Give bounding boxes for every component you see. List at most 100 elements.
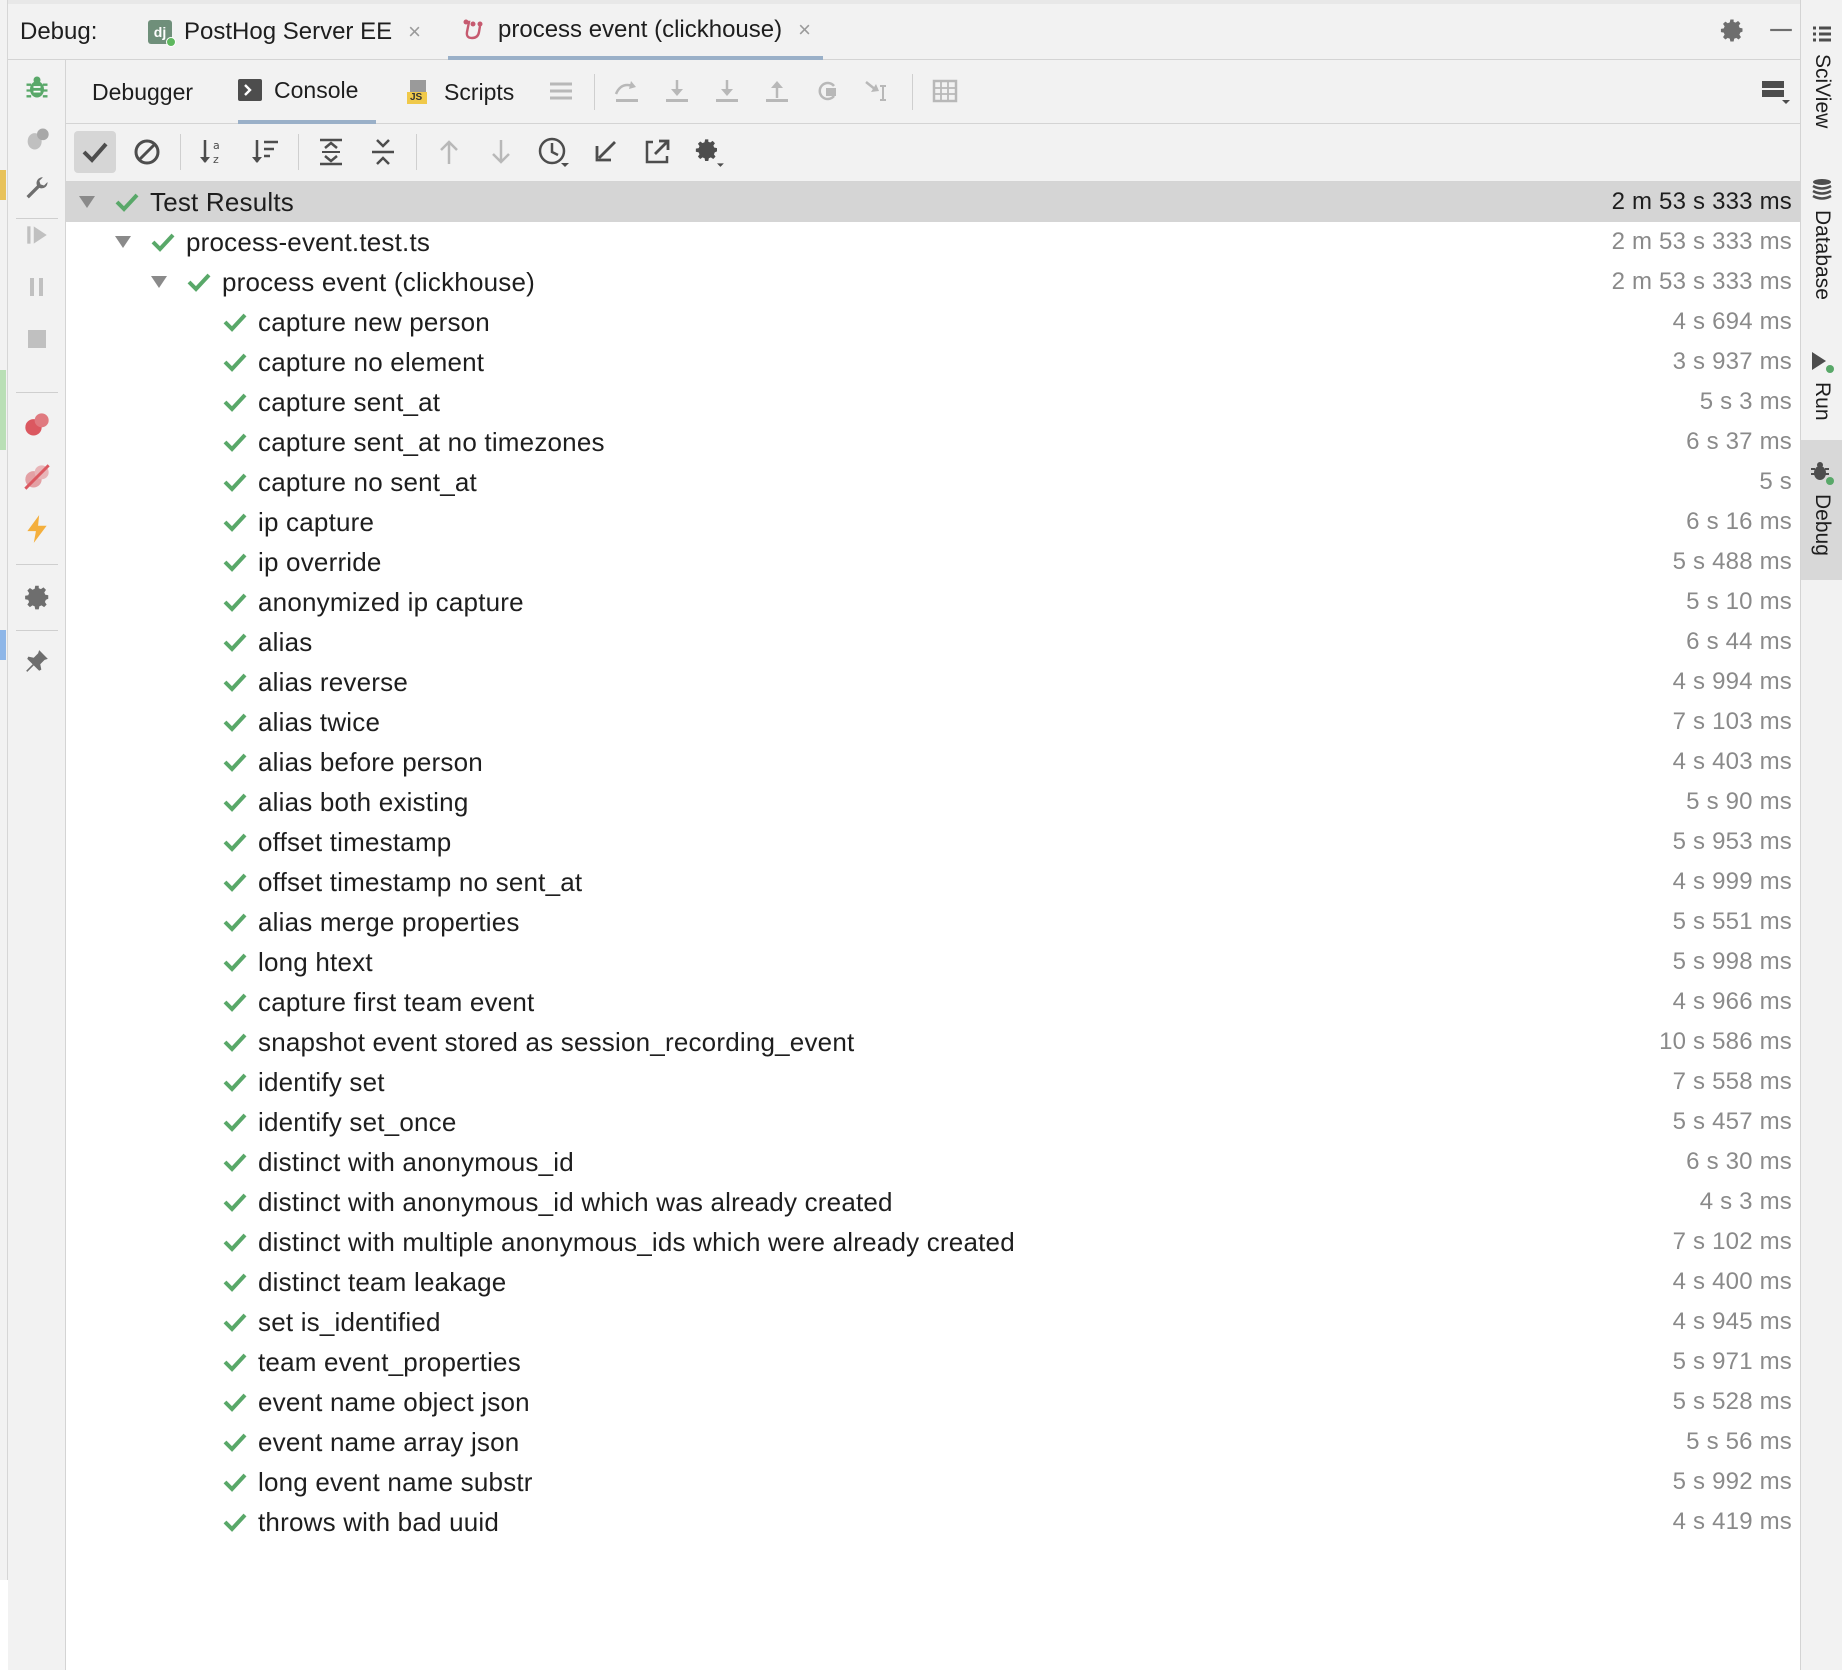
test-row[interactable]: alias merge properties 5 s 551 ms	[66, 902, 1800, 942]
show-passed-toggle[interactable]	[74, 131, 116, 173]
test-name: alias reverse	[258, 666, 408, 697]
sidebar-item-debug[interactable]: Debug	[1801, 440, 1842, 580]
get-thread-dump-button[interactable]	[20, 512, 54, 546]
test-row[interactable]: alias twice 7 s 103 ms	[66, 702, 1800, 742]
test-name: capture new person	[258, 306, 490, 337]
gear-icon[interactable]	[1718, 16, 1746, 44]
test-row[interactable]: alias 6 s 44 ms	[66, 622, 1800, 662]
step-into-button[interactable]	[660, 74, 694, 108]
tab-process-event[interactable]: process event (clickhouse) ×	[448, 4, 823, 60]
test-row[interactable]: capture new person 4 s 694 ms	[66, 302, 1800, 342]
debugger-tabs-toolbar: Debugger Console JS Scripts	[66, 60, 1800, 124]
sidebar-item-label: Run	[1811, 382, 1834, 421]
pause-button[interactable]	[20, 270, 54, 304]
passed-check-icon	[222, 509, 248, 535]
tab-debugger[interactable]: Debugger	[92, 60, 193, 124]
show-ignored-toggle[interactable]	[126, 131, 168, 173]
test-row[interactable]: distinct with anonymous_id which was alr…	[66, 1182, 1800, 1222]
test-row[interactable]: ip override 5 s 488 ms	[66, 542, 1800, 582]
collapse-all-button[interactable]	[362, 131, 404, 173]
test-row[interactable]: long htext 5 s 998 ms	[66, 942, 1800, 982]
test-name: alias both existing	[258, 786, 469, 817]
test-row[interactable]: snapshot event stored as session_recordi…	[66, 1022, 1800, 1062]
test-row[interactable]: distinct with anonymous_id 6 s 30 ms	[66, 1142, 1800, 1182]
breakpoints-icon	[25, 413, 49, 436]
test-row[interactable]: event name array json 5 s 56 ms	[66, 1422, 1800, 1462]
test-row[interactable]: ip capture 6 s 16 ms	[66, 502, 1800, 542]
tab-scripts[interactable]: JS Scripts	[406, 60, 514, 124]
tree-row-suite[interactable]: process event (clickhouse) 2 m 53 s 333 …	[66, 262, 1800, 302]
test-row[interactable]: capture no element 3 s 937 ms	[66, 342, 1800, 382]
test-row[interactable]: alias reverse 4 s 994 ms	[66, 662, 1800, 702]
test-row[interactable]: identify set_once 5 s 457 ms	[66, 1102, 1800, 1142]
test-row[interactable]: team event_properties 5 s 971 ms	[66, 1342, 1800, 1382]
layout-settings-button[interactable]	[1758, 74, 1792, 108]
next-occurrence-button[interactable]	[480, 131, 522, 173]
test-row[interactable]: long event name substr 5 s 992 ms	[66, 1462, 1800, 1502]
step-out-button[interactable]	[760, 74, 794, 108]
step-over-button[interactable]	[610, 74, 644, 108]
minimize-icon[interactable]	[1768, 17, 1794, 43]
test-row[interactable]: offset timestamp 5 s 953 ms	[66, 822, 1800, 862]
tree-row-root[interactable]: Test Results 2 m 53 s 333 ms	[66, 182, 1800, 222]
expand-arrow-icon[interactable]	[78, 193, 96, 211]
test-row[interactable]: capture first team event 4 s 966 ms	[66, 982, 1800, 1022]
sort-alphabetically-button[interactable]: az	[192, 131, 234, 173]
test-row[interactable]: distinct team leakage 4 s 400 ms	[66, 1262, 1800, 1302]
rerun-failed-button[interactable]	[20, 122, 54, 156]
test-row[interactable]: capture sent_at no timezones 6 s 37 ms	[66, 422, 1800, 462]
tab-console[interactable]: Console	[238, 60, 377, 124]
debug-label: Debug:	[20, 18, 98, 45]
expand-all-button[interactable]	[310, 131, 352, 173]
close-icon[interactable]: ×	[798, 17, 811, 43]
test-row[interactable]: capture sent_at 5 s 3 ms	[66, 382, 1800, 422]
tree-row-file[interactable]: process-event.test.ts 2 m 53 s 333 ms	[66, 222, 1800, 262]
mute-breakpoints-icon	[24, 464, 50, 490]
test-row[interactable]: event name object json 5 s 528 ms	[66, 1382, 1800, 1422]
export-tests-button[interactable]	[636, 131, 678, 173]
test-row[interactable]: anonymized ip capture 5 s 10 ms	[66, 582, 1800, 622]
test-row[interactable]: capture no sent_at 5 s	[66, 462, 1800, 502]
import-tests-button[interactable]	[584, 131, 626, 173]
passed-check-icon	[222, 389, 248, 415]
sort-by-duration-button[interactable]	[244, 131, 286, 173]
test-name: anonymized ip capture	[258, 586, 524, 617]
test-row[interactable]: alias before person 4 s 403 ms	[66, 742, 1800, 782]
show-execution-point-button[interactable]	[544, 74, 578, 108]
rerun-debug-button[interactable]	[20, 70, 54, 104]
passed-check-icon	[222, 789, 248, 815]
test-row[interactable]: set is_identified 4 s 945 ms	[66, 1302, 1800, 1342]
separator	[16, 630, 58, 631]
test-name: team event_properties	[258, 1346, 521, 1377]
view-breakpoints-button[interactable]	[20, 408, 54, 442]
pin-tab-button[interactable]	[20, 644, 54, 678]
evaluate-expression-button[interactable]	[928, 74, 962, 108]
resume-button[interactable]	[20, 218, 54, 252]
expand-arrow-icon[interactable]	[150, 273, 168, 291]
test-row[interactable]: identify set 7 s 558 ms	[66, 1062, 1800, 1102]
mute-breakpoints-button[interactable]	[20, 460, 54, 494]
sidebar-item-database[interactable]: Database	[1801, 178, 1842, 300]
test-row[interactable]: distinct with multiple anonymous_ids whi…	[66, 1222, 1800, 1262]
run-to-cursor-button[interactable]	[860, 74, 894, 108]
settings-button[interactable]	[20, 580, 54, 614]
previous-occurrence-button[interactable]	[428, 131, 470, 173]
test-settings-button[interactable]	[688, 131, 730, 173]
stop-button[interactable]	[20, 322, 54, 356]
import-icon	[595, 141, 616, 162]
close-icon[interactable]: ×	[408, 19, 421, 45]
restart-frame-button[interactable]	[810, 74, 844, 108]
resume-icon	[27, 226, 47, 244]
tab-posthog-server-ee[interactable]: dj PostHog Server EE ×	[136, 4, 433, 60]
modify-config-button[interactable]	[20, 172, 54, 206]
force-step-into-button[interactable]	[710, 74, 744, 108]
sidebar-item-run[interactable]: Run	[1801, 350, 1842, 421]
test-row[interactable]: throws with bad uuid 4 s 419 ms	[66, 1502, 1800, 1542]
test-name: long htext	[258, 946, 373, 977]
expand-arrow-icon[interactable]	[114, 233, 132, 251]
test-history-button[interactable]	[532, 131, 574, 173]
test-row[interactable]: offset timestamp no sent_at 4 s 999 ms	[66, 862, 1800, 902]
sidebar-item-sciview[interactable]: SciView	[1801, 24, 1842, 128]
test-row[interactable]: alias both existing 5 s 90 ms	[66, 782, 1800, 822]
test-duration: 5 s 528 ms	[1672, 1388, 1792, 1415]
